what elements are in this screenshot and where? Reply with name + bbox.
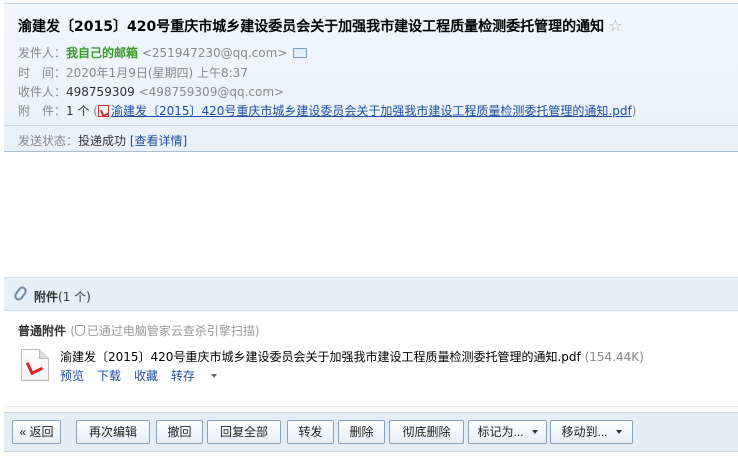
recipient-name[interactable]: 498759309 [66, 85, 135, 99]
send-status-value: 投递成功 [78, 134, 127, 148]
send-status-row: 发送状态：投递成功 [查看详情] [18, 132, 187, 149]
delete-forever-button[interactable]: 彻底删除 [389, 420, 464, 444]
attachments-body: 普通附件 (已通过电脑管家云查杀引擎扫描) 渝建发〔2015〕420号重庆市城乡… [4, 311, 738, 407]
scan-text: 已通过电脑管家云查杀引擎扫描) [86, 324, 260, 338]
scan-note: (已通过电脑管家云查杀引擎扫描) [70, 324, 259, 338]
send-status-label: 发送状态： [18, 134, 79, 148]
mark-as-dropdown[interactable]: 标记为... [468, 420, 547, 444]
mark-as-label: 标记为... [477, 425, 524, 439]
reply-all-button[interactable]: 回复全部 [207, 420, 281, 444]
bottom-toolbar: « 返回 再次编辑 撤回 回复全部 转发 删除 彻底删除 标记为... 移动到.… [4, 412, 738, 452]
save-to-label: 转存 [171, 369, 196, 383]
sender-name[interactable]: 我自己的邮箱 [66, 46, 138, 60]
attachment-actions: 预览 下载 收藏 转存 [60, 367, 230, 384]
header-divider [4, 125, 738, 126]
download-link[interactable]: 下载 [97, 369, 121, 383]
recipient-row: 收件人：498759309 <498759309@qq.com> [18, 83, 284, 100]
attachment-file: 渝建发〔2015〕420号重庆市城乡建设委员会关于加强我市建设工程质量检测委托管… [60, 348, 644, 365]
forward-button[interactable]: 转发 [287, 420, 334, 444]
time-label: 时 间： [18, 66, 67, 80]
attachments-title-text: 附件 [34, 290, 59, 304]
attachment-row: 附 件：1 个 (渝建发〔2015〕420号重庆市城乡建设委员会关于加强我市建设… [18, 102, 636, 119]
attachment-label: 附 件： [18, 104, 67, 118]
star-icon[interactable]: ☆ [608, 16, 622, 35]
sender-row: 发件人：我自己的邮箱 <251947230@qq.com> [18, 44, 308, 61]
paren-close: ) [631, 104, 637, 118]
view-details-link[interactable]: [查看详情] [130, 134, 187, 148]
mail-header: 渝建发〔2015〕420号重庆市城乡建设委员会关于加强我市建设工程质量检测委托管… [4, 3, 738, 152]
attachments-count: (1 个) [58, 290, 91, 304]
subject-text: 渝建发〔2015〕420号重庆市城乡建设委员会关于加强我市建设工程质量检测委托管… [18, 19, 605, 35]
pdf-file-icon[interactable] [21, 349, 49, 381]
sender-address: <251947230@qq.com> [141, 46, 288, 60]
delete-button[interactable]: 删除 [338, 420, 385, 444]
attachment-file-size: (154.44K) [584, 350, 644, 364]
normal-attachment-row: 普通附件 (已通过电脑管家云查杀引擎扫描) [18, 322, 260, 339]
recipient-address: <498759309@qq.com> [138, 85, 285, 99]
recipient-label: 收件人： [18, 85, 67, 99]
move-to-dropdown[interactable]: 移动到... [550, 420, 633, 444]
mail-subject: 渝建发〔2015〕420号重庆市城乡建设委员会关于加强我市建设工程质量检测委托管… [18, 16, 623, 36]
save-to-dropdown[interactable]: 转存 [171, 369, 218, 383]
attachment-link[interactable]: 渝建发〔2015〕420号重庆市城乡建设委员会关于加强我市建设工程质量检测委托管… [111, 104, 632, 118]
attachments-header: 附件(1 个) [4, 277, 738, 311]
paperclip-icon [12, 284, 29, 303]
attachment-count: 1 个 [66, 104, 90, 118]
attachments-title: 附件(1 个) [34, 288, 91, 305]
pdf-icon [97, 105, 109, 117]
normal-attachment-label: 普通附件 [18, 324, 67, 338]
chevron-down-icon [211, 374, 218, 378]
shield-icon [74, 325, 85, 336]
preview-link[interactable]: 预览 [60, 369, 84, 383]
chevron-down-icon [615, 430, 622, 434]
move-to-label: 移动到... [561, 425, 608, 439]
back-button[interactable]: « 返回 [12, 420, 61, 444]
reedit-button[interactable]: 再次编辑 [76, 420, 150, 444]
contact-card-icon[interactable] [293, 48, 308, 58]
chevron-down-icon [531, 430, 538, 434]
time-value: 2020年1月9日(星期四) 上午8:37 [66, 66, 248, 80]
favorite-link[interactable]: 收藏 [134, 369, 158, 383]
time-row: 时 间：2020年1月9日(星期四) 上午8:37 [18, 64, 248, 81]
attachment-file-name[interactable]: 渝建发〔2015〕420号重庆市城乡建设委员会关于加强我市建设工程质量检测委托管… [60, 350, 581, 364]
recall-button[interactable]: 撤回 [156, 420, 203, 444]
sender-label: 发件人： [18, 46, 67, 60]
